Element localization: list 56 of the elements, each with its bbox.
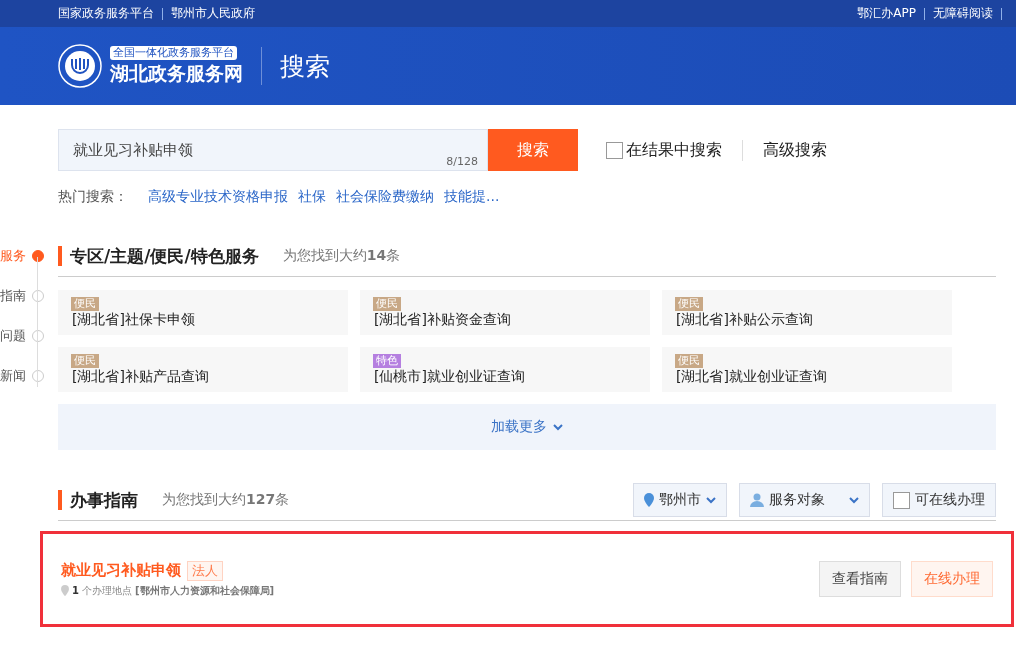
logo-title: 湖北政务服务网 [110,60,243,86]
location-count: 1 [72,585,79,596]
hot-search-link[interactable]: 技能提... [444,188,500,206]
result-count: 为您找到大约127条 [162,491,290,509]
category-tag: 特色 [373,353,401,368]
side-nav-item[interactable]: 指南 [0,287,58,327]
service-title: [湖北省]补贴产品查询 [72,367,210,386]
load-more-button[interactable]: 加载更多 [58,404,996,450]
top-link[interactable]: 鄂汇办APP [857,5,916,22]
result-count: 为您找到大约14条 [282,247,401,265]
emblem-icon [58,44,102,88]
service-title: [湖北省]补贴公示查询 [676,310,814,329]
service-card[interactable]: 便民 [湖北省]补贴资金查询 [360,290,650,335]
side-nav-item[interactable]: 新闻 [0,367,58,407]
location-label: 个办理地点 [81,583,132,598]
department-name: [鄂州市人力资源和社会保障局] [134,583,275,598]
service-title: [仙桃市]就业创业证查询 [374,367,526,386]
top-link[interactable]: 国家政务服务平台 [58,5,154,22]
location-pin-icon [644,493,654,507]
online-only-checkbox[interactable]: 可在线办理 [882,483,996,517]
audience-dropdown[interactable]: 服务对象 [739,483,870,517]
service-card[interactable]: 便民 [湖北省]补贴产品查询 [58,347,348,392]
service-card[interactable]: 特色 [仙桃市]就业创业证查询 [360,347,650,392]
location-pin-icon [61,585,69,596]
side-nav-item[interactable]: 问题 [0,327,58,367]
category-tag: 便民 [675,296,703,311]
hot-search-label: 热门搜索： [58,188,128,206]
page-title: 搜索 [280,50,330,83]
service-title: [湖北省]补贴资金查询 [374,310,512,329]
top-link[interactable]: 无障碍阅读 [933,5,993,22]
view-guide-button[interactable]: 查看指南 [819,561,901,597]
category-tag: 便民 [71,296,99,311]
service-title: [湖北省]社保卡申领 [72,310,196,329]
service-card[interactable]: 便民 [湖北省]就业创业证查询 [662,347,952,392]
search-in-results-checkbox[interactable]: 在结果中搜索 [606,139,722,161]
char-counter: 8/128 [446,155,478,168]
category-tag: 便民 [675,353,703,368]
advanced-search-link[interactable]: 高级搜索 [742,139,827,161]
logo-badge: 全国一体化政务服务平台 [110,45,237,60]
hot-search-link[interactable]: 社保 [298,188,326,206]
category-tag: 便民 [373,296,401,311]
hot-search-link[interactable]: 社会保险费缴纳 [336,188,434,206]
service-card[interactable]: 便民 [湖北省]社保卡申领 [58,290,348,335]
chevron-down-icon [706,496,716,504]
region-dropdown[interactable]: 鄂州市 [633,483,727,517]
top-link[interactable]: 鄂州市人民政府 [171,5,255,22]
section-title: 办事指南 [58,490,138,510]
applicant-tag: 法人 [187,560,223,581]
service-card[interactable]: 便民 [湖北省]补贴公示查询 [662,290,952,335]
category-tag: 便民 [71,353,99,368]
section-title: 专区/主题/便民/特色服务 [58,246,259,266]
chevron-down-icon [849,496,859,504]
service-title: [湖北省]就业创业证查询 [676,367,828,386]
person-icon [750,493,764,507]
chevron-down-icon [553,423,563,431]
hot-search-link[interactable]: 高级专业技术资格申报 [148,188,288,206]
